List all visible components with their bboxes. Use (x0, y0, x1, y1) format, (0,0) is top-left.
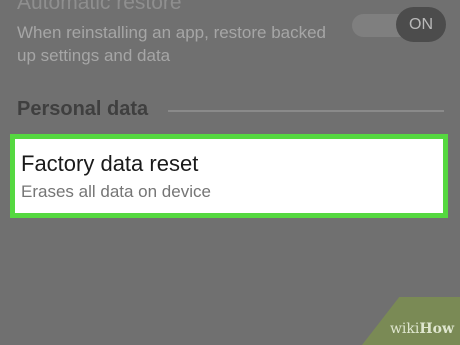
personal-data-header: Personal data (17, 98, 149, 120)
factory-data-reset-title: Factory data reset (21, 151, 199, 176)
settings-screen: Automatic restore When reinstalling an a… (0, 0, 460, 345)
automatic-restore-toggle[interactable]: ON (352, 7, 447, 42)
wikihow-logo-wiki: wiki (389, 321, 420, 337)
section-divider (168, 110, 444, 112)
automatic-restore-description: When reinstalling an app, restore backed… (17, 23, 327, 65)
automatic-restore-title: Automatic restore (17, 0, 182, 14)
factory-data-reset-item[interactable]: Factory data reset Erases all data on de… (10, 134, 448, 218)
toggle-knob: ON (396, 7, 446, 42)
wikihow-watermark: wikiHow (362, 297, 460, 345)
wikihow-logo-text: wikiHow (390, 321, 454, 337)
wikihow-logo-how: How (419, 321, 454, 337)
factory-data-reset-description: Erases all data on device (21, 182, 211, 201)
